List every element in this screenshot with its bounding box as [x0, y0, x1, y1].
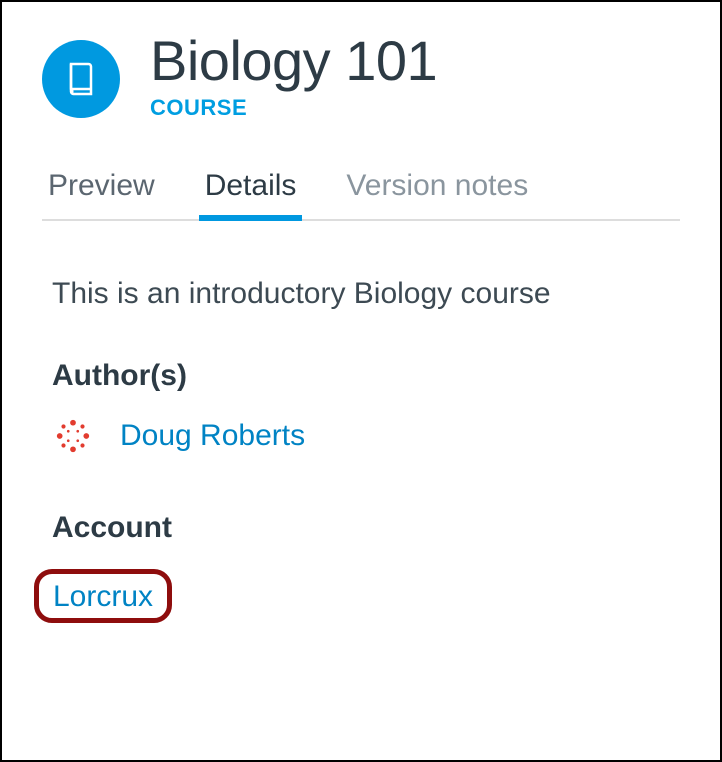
tab-preview[interactable]: Preview: [48, 169, 155, 219]
course-icon: [42, 40, 120, 118]
author-row: Doug Roberts: [52, 417, 680, 455]
course-details-panel: Biology 101 COURSE Preview Details Versi…: [0, 0, 722, 762]
resource-type-label: COURSE: [150, 95, 437, 121]
authors-heading: Author(s): [52, 359, 680, 393]
author-link[interactable]: Doug Roberts: [120, 419, 305, 453]
course-description: This is an introductory Biology course: [52, 277, 680, 311]
account-heading: Account: [52, 511, 680, 545]
title-block: Biology 101 COURSE: [150, 32, 437, 121]
details-content: This is an introductory Biology course A…: [42, 277, 680, 623]
tab-details[interactable]: Details: [205, 169, 297, 219]
author-avatar-icon: [54, 417, 92, 455]
page-title: Biology 101: [150, 32, 437, 91]
header: Biology 101 COURSE: [42, 32, 680, 121]
tabs: Preview Details Version notes: [42, 169, 680, 221]
account-link[interactable]: Lorcrux: [53, 580, 153, 614]
highlight-annotation: Lorcrux: [34, 569, 172, 623]
tab-version-notes[interactable]: Version notes: [346, 169, 528, 219]
